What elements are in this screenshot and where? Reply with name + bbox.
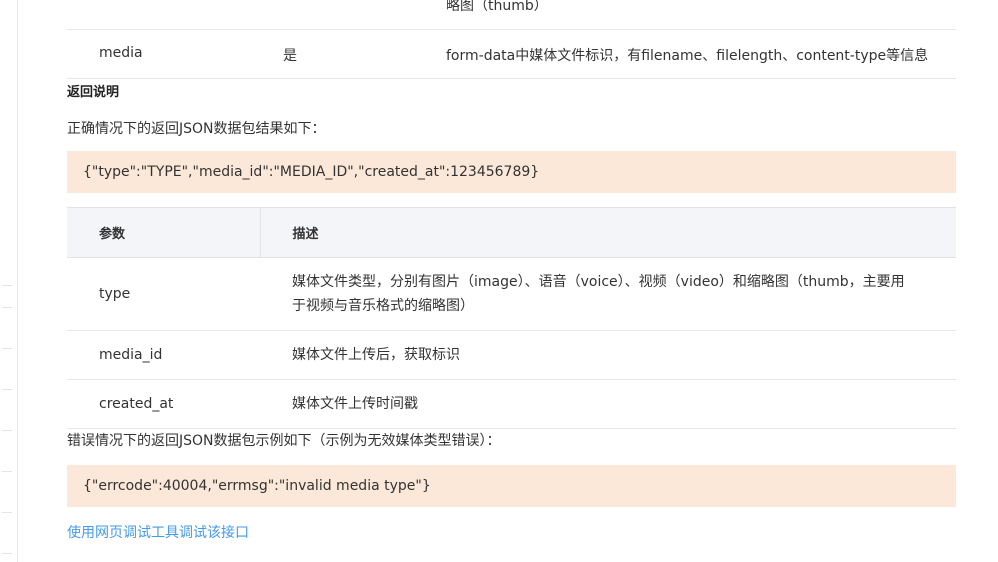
return-param-desc: 媒体文件类型，分别有图片（image）、语音（voice）、视频（video）和… [260, 257, 956, 331]
section-title: 返回说明 [67, 85, 120, 100]
param-table-row: media 是 form-data中媒体文件标识，有filename、filel… [67, 30, 956, 79]
error-code-block: {"errcode":40004,"errmsg":"invalid media… [67, 465, 956, 507]
table-row: type 媒体文件类型，分别有图片（image）、语音（voice）、视频（vi… [67, 257, 956, 331]
sidebar-divider [2, 553, 12, 554]
sidebar-divider [2, 471, 12, 472]
table-row: created_at 媒体文件上传时间戳 [67, 379, 956, 429]
param-name: media [99, 45, 143, 61]
param-table-row-partial: 略图（thumb） [67, 0, 956, 30]
return-param-name: type [67, 257, 260, 331]
return-params-table: 参数 描述 type 媒体文件类型，分别有图片（image）、语音（voice）… [67, 207, 956, 429]
error-intro: 错误情况下的返回JSON数据包示例如下（示例为无效媒体类型错误）： [67, 433, 501, 449]
sidebar-divider [2, 348, 12, 349]
table-header-row: 参数 描述 [67, 207, 956, 258]
return-param-name: created_at [67, 379, 260, 429]
param-description: form-data中媒体文件标识，有filename、filelength、co… [446, 48, 929, 64]
param-required: 是 [283, 48, 297, 64]
return-param-desc: 媒体文件上传后，获取标识 [260, 330, 956, 380]
success-code-block: {"type":"TYPE","media_id":"MEDIA_ID","cr… [67, 151, 956, 193]
sidebar-divider [2, 307, 12, 308]
header-param: 参数 [67, 207, 261, 258]
success-intro: 正确情况下的返回JSON数据包结果如下： [67, 121, 326, 137]
table-row: media_id 媒体文件上传后，获取标识 [67, 330, 956, 380]
sidebar-divider [2, 285, 12, 286]
header-description: 描述 [260, 207, 956, 258]
sidebar-divider [2, 430, 12, 431]
left-sidebar-edge [0, 0, 18, 562]
sidebar-divider [2, 512, 12, 513]
debug-tool-link[interactable]: 使用网页调试工具调试该接口 [67, 522, 249, 542]
return-param-name: media_id [67, 330, 260, 380]
return-param-desc: 媒体文件上传时间戳 [260, 379, 956, 429]
sidebar-divider [2, 389, 12, 390]
param-description-continued: 略图（thumb） [446, 0, 548, 14]
